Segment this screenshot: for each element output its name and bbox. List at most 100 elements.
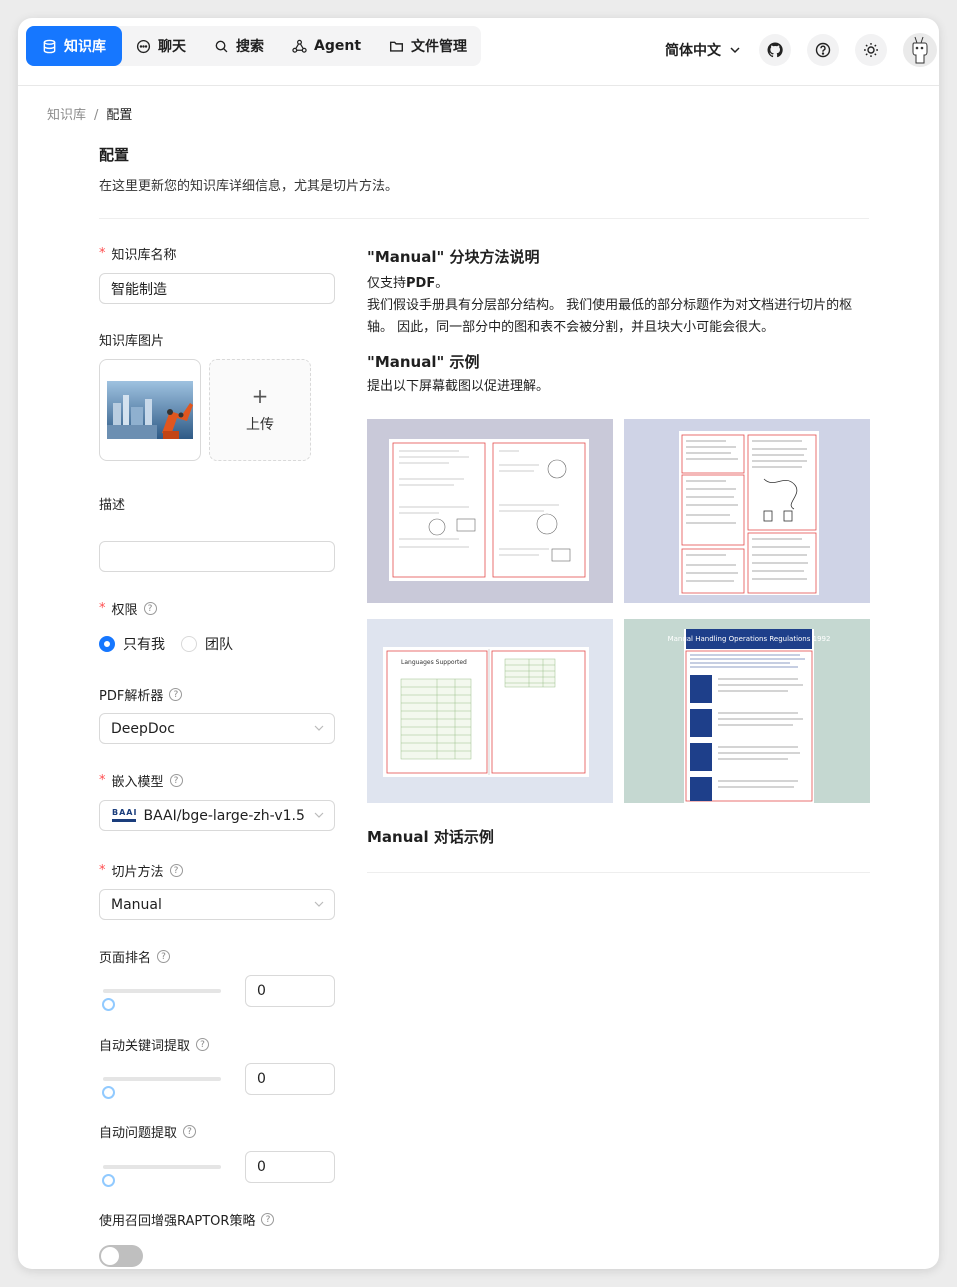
- help-icon: ?: [183, 1125, 197, 1138]
- language-label: 简体中文: [665, 43, 721, 59]
- page-title: 配置: [99, 146, 130, 164]
- page-rank-input[interactable]: 0: [245, 975, 335, 1007]
- plus-icon: +: [251, 384, 269, 408]
- chunk-method-field-label: * 切片方法?: [99, 861, 183, 880]
- example-image-2[interactable]: [624, 419, 870, 603]
- nav-tab-agent[interactable]: Agent: [278, 26, 375, 66]
- help-button[interactable]: [807, 34, 839, 66]
- pdf-parser-select[interactable]: DeepDoc: [99, 713, 335, 744]
- manual-page-image: [679, 431, 819, 595]
- section-divider: [367, 872, 870, 873]
- main-nav: 知识库 聊天 搜索 Agent 文件管理: [26, 26, 482, 66]
- description-input[interactable]: [99, 541, 335, 572]
- method-title: "Manual" 分块方法说明: [367, 248, 540, 266]
- svg-text:Languages Supported: Languages Supported: [401, 659, 467, 666]
- top-bar: 知识库 聊天 搜索 Agent 文件管理 简体中文: [18, 18, 939, 86]
- theme-toggle-button[interactable]: [855, 34, 887, 66]
- example-screenshots: Languages Supported Manual Handling Oper…: [367, 419, 870, 804]
- nav-tab-label: 搜索: [236, 39, 264, 55]
- method-line-2: 我们假设手册具有分层部分结构。 我们使用最低的部分标题作为对文档进行切片的枢轴。…: [367, 298, 853, 335]
- example-image-1[interactable]: [367, 419, 613, 603]
- page-subtitle: 在这里更新您的知识库详细信息，尤其是切片方法。: [99, 179, 399, 194]
- chevron-down-icon: [314, 901, 324, 907]
- chat-icon: [136, 39, 151, 53]
- slider-handle[interactable]: [102, 998, 115, 1011]
- nav-tab-file-management[interactable]: 文件管理: [375, 26, 481, 66]
- chunk-method-select[interactable]: Manual: [99, 889, 335, 920]
- database-icon: [43, 39, 56, 53]
- agent-icon: [292, 39, 307, 53]
- example-image-4[interactable]: Manual Handling Operations Regulations 1…: [624, 619, 870, 803]
- page-rank-control: 0: [99, 975, 335, 1011]
- nav-tab-search[interactable]: 搜索: [200, 26, 278, 66]
- manual-handling-image: Manual Handling Operations Regulations 1…: [668, 629, 831, 803]
- nav-tab-chat[interactable]: 聊天: [122, 26, 200, 66]
- baai-logo: BAAI: [112, 809, 137, 822]
- dialog-example-section: Manual 对话示例: [367, 826, 869, 847]
- permission-option-team[interactable]: 团队: [181, 634, 233, 654]
- breadcrumb-separator: /: [94, 108, 99, 123]
- nav-tab-knowledge-base[interactable]: 知识库: [26, 26, 122, 66]
- permission-option-me[interactable]: 只有我: [99, 634, 165, 654]
- help-icon: ?: [143, 602, 157, 615]
- upload-label: 上传: [246, 417, 274, 433]
- chevron-down-icon: [314, 812, 324, 818]
- chevron-down-icon: [730, 47, 740, 54]
- nav-tab-label: 知识库: [64, 39, 106, 55]
- upload-image-button[interactable]: + 上传: [209, 359, 311, 461]
- help-icon: ?: [157, 950, 171, 963]
- user-avatar[interactable]: [903, 33, 937, 67]
- knowledge-base-image[interactable]: [99, 359, 201, 461]
- image-field-label: 知识库图片: [99, 334, 165, 349]
- auto-questions-control: 0: [99, 1151, 335, 1187]
- help-icon: ?: [196, 1038, 210, 1051]
- permission-radio-group: 只有我 团队: [99, 634, 233, 654]
- nav-tab-label: Agent: [314, 38, 362, 54]
- chevron-down-icon: [314, 725, 324, 731]
- nav-tab-label: 聊天: [158, 39, 186, 55]
- breadcrumb-root[interactable]: 知识库: [47, 108, 86, 123]
- auto-questions-slider[interactable]: [102, 1165, 221, 1187]
- help-icon: ?: [169, 688, 183, 701]
- folder-icon: [390, 41, 404, 52]
- app-window: 知识库 聊天 搜索 Agent 文件管理 简体中文 知识库 / 配置 配置 在这…: [18, 18, 939, 1269]
- slider-handle[interactable]: [102, 1174, 115, 1187]
- auto-keywords-input[interactable]: 0: [245, 1063, 335, 1095]
- search-icon: [215, 40, 228, 52]
- llama-avatar-icon: [912, 36, 928, 64]
- radio-unchecked-icon: [181, 636, 197, 652]
- auto-keywords-control: 0: [99, 1063, 335, 1099]
- chunk-method-description: "Manual" 分块方法说明 仅支持PDF。 我们假设手册具有分层部分结构。 …: [367, 244, 869, 398]
- help-icon: ?: [169, 774, 183, 787]
- breadcrumb-current: 配置: [106, 108, 133, 123]
- pdf-parser-field-label: PDF解析器?: [99, 685, 183, 704]
- auto-keywords-field-label: 自动关键词提取?: [99, 1035, 210, 1054]
- help-icon: ?: [261, 1213, 275, 1226]
- language-selector[interactable]: 简体中文: [665, 40, 741, 60]
- page-rank-slider[interactable]: [102, 989, 221, 1011]
- languages-table-image: Languages Supported: [383, 647, 589, 777]
- auto-keywords-slider[interactable]: [102, 1077, 221, 1099]
- permission-field-label: * 权限?: [99, 599, 157, 618]
- slider-handle[interactable]: [102, 1086, 115, 1099]
- method-line-1: 仅支持PDF。: [367, 276, 449, 291]
- header-divider: [99, 218, 869, 219]
- example-image-3[interactable]: Languages Supported: [367, 619, 613, 803]
- name-input[interactable]: 智能制造: [99, 273, 335, 304]
- auto-questions-field-label: 自动问题提取?: [99, 1122, 197, 1141]
- factory-robot-image: [107, 381, 193, 439]
- raptor-switch[interactable]: [99, 1245, 143, 1267]
- manual-spread-image: [389, 439, 589, 581]
- github-button[interactable]: [759, 34, 791, 66]
- question-circle-icon: [815, 42, 831, 58]
- sun-icon: [864, 43, 878, 57]
- embedding-model-select[interactable]: BAAI BAAI/bge-large-zh-v1.5: [99, 800, 335, 831]
- help-icon: ?: [169, 864, 183, 877]
- nav-tab-label: 文件管理: [411, 39, 468, 55]
- header-tools: 简体中文: [665, 32, 939, 68]
- auto-questions-input[interactable]: 0: [245, 1151, 335, 1183]
- svg-text:Manual Handling Operations Reg: Manual Handling Operations Regulations 1…: [668, 635, 831, 643]
- example-title: "Manual" 示例: [367, 353, 480, 371]
- github-icon: [767, 42, 783, 58]
- example-desc: 提出以下屏幕截图以促进理解。: [367, 379, 550, 394]
